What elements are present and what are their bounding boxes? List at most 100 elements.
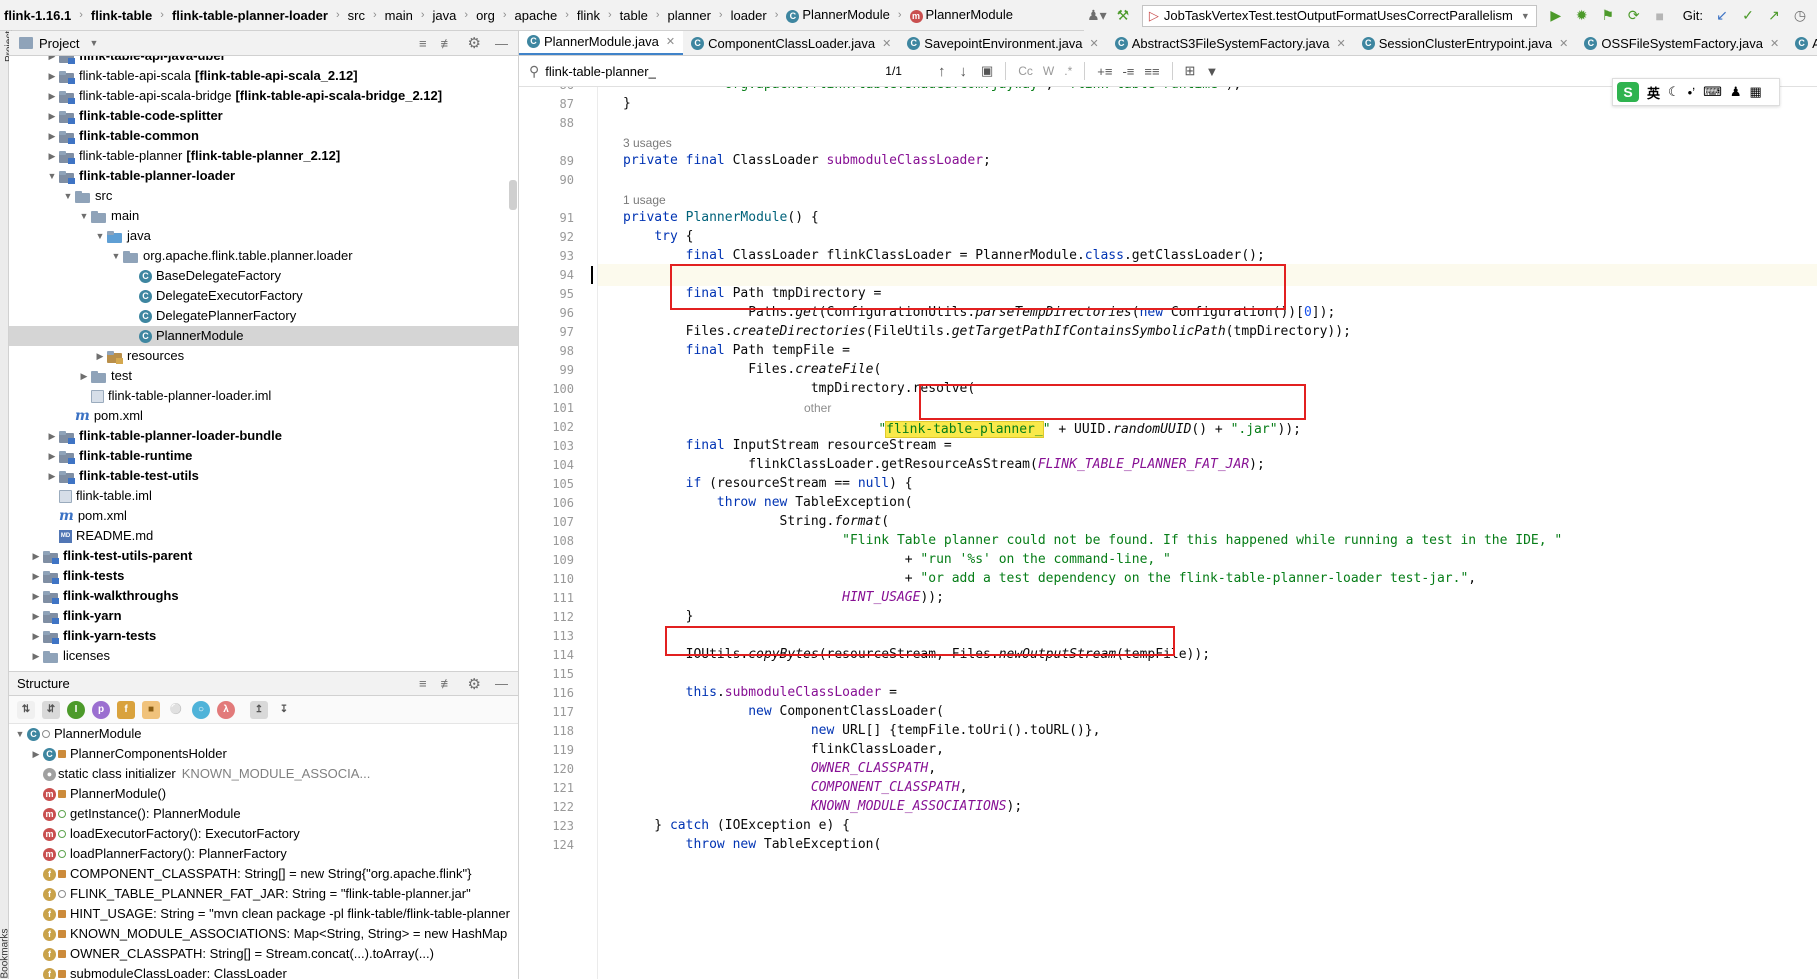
- chevron-right-icon[interactable]: ▶: [45, 446, 59, 466]
- tree-item[interactable]: flink-table.iml: [9, 486, 518, 506]
- breadcrumb-item[interactable]: loader: [729, 8, 769, 23]
- chevron-right-icon[interactable]: ▶: [93, 346, 107, 366]
- chevron-right-icon[interactable]: ▶: [45, 56, 59, 66]
- open-in-window-icon[interactable]: ⊞: [1185, 63, 1196, 79]
- tree-item[interactable]: C DelegatePlannerFactory: [9, 306, 518, 326]
- editor-tab[interactable]: CAkka: [1787, 31, 1817, 55]
- chevron-down-icon[interactable]: ▼: [93, 226, 107, 246]
- ime-language-label[interactable]: 英: [1647, 83, 1660, 102]
- tree-item[interactable]: C PlannerModule: [9, 326, 518, 346]
- close-icon[interactable]: ✕: [1090, 37, 1099, 50]
- breadcrumb-item[interactable]: main: [383, 8, 415, 23]
- structure-item[interactable]: ● static class initializer KNOWN_MODULE_AS…: [9, 764, 518, 784]
- structure-item[interactable]: m loadExecutorFactory(): ExecutorFactory: [9, 824, 518, 844]
- previous-match-icon[interactable]: ↑: [938, 63, 946, 80]
- structure-item[interactable]: ▶ C PlannerComponentsHolder: [9, 744, 518, 764]
- chevron-down-icon[interactable]: ▼: [77, 206, 91, 226]
- chevron-down-icon[interactable]: ▼: [13, 724, 27, 744]
- editor-tab[interactable]: C OSSFileSystemFactory.java ✕: [1576, 31, 1787, 55]
- collapse-all-icon[interactable]: ≢: [441, 676, 454, 691]
- show-anonymous-icon[interactable]: ○: [192, 700, 210, 719]
- structure-item[interactable]: ▼ C PlannerModule: [9, 724, 518, 744]
- tree-item[interactable]: ▶ flink-table-code-splitter: [9, 106, 518, 126]
- tree-item[interactable]: ▶ flink-table-api-scala [flink-table-api-s…: [9, 66, 518, 86]
- keyboard-icon[interactable]: ⌨: [1703, 84, 1722, 100]
- chevron-right-icon[interactable]: ▶: [29, 546, 43, 566]
- structure-item[interactable]: f OWNER_CLASSPATH: String[] = Stream.conc…: [9, 944, 518, 964]
- close-icon[interactable]: ✕: [1336, 37, 1345, 50]
- tree-item[interactable]: ▶ flink-table-api-scala-bridge [flink-tabl…: [9, 86, 518, 106]
- next-match-icon[interactable]: ↓: [959, 63, 967, 80]
- chevron-right-icon[interactable]: ▶: [45, 146, 59, 166]
- breadcrumb-item[interactable]: org: [474, 8, 497, 23]
- breadcrumb-item[interactable]: flink: [575, 8, 602, 23]
- structure-item[interactable]: m loadPlannerFactory(): PlannerFactory: [9, 844, 518, 864]
- chevron-right-icon[interactable]: ▶: [77, 366, 91, 386]
- hide-panel-icon[interactable]: —: [495, 36, 508, 51]
- tree-item[interactable]: MD README.md: [9, 526, 518, 546]
- moon-icon[interactable]: ☾: [1668, 84, 1680, 100]
- chevron-right-icon[interactable]: ▶: [29, 566, 43, 586]
- breadcrumb-item[interactable]: flink-table: [89, 8, 154, 23]
- filter-results-icon[interactable]: ≡≡: [1144, 64, 1159, 79]
- git-history-icon[interactable]: ◷: [1789, 5, 1811, 27]
- chevron-right-icon[interactable]: ▶: [45, 466, 59, 486]
- show-lambdas-icon[interactable]: ⚪: [167, 701, 185, 719]
- tree-item[interactable]: ▶ flink-walkthroughs: [9, 586, 518, 606]
- tree-item[interactable]: ▼ main: [9, 206, 518, 226]
- profile-icon[interactable]: ⟳: [1623, 5, 1645, 27]
- tree-item[interactable]: ▶ flink-tests: [9, 566, 518, 586]
- editor-tab[interactable]: C SessionClusterEntrypoint.java ✕: [1354, 31, 1577, 55]
- hide-panel-icon[interactable]: —: [495, 676, 508, 691]
- match-case-toggle[interactable]: Cc: [1018, 64, 1033, 78]
- whole-word-toggle[interactable]: W: [1043, 64, 1054, 78]
- regex-toggle[interactable]: .*: [1064, 64, 1072, 78]
- tree-scrollbar[interactable]: [509, 180, 517, 210]
- tree-item[interactable]: ▼ java: [9, 226, 518, 246]
- coverage-icon[interactable]: ⚑: [1597, 5, 1619, 27]
- tree-item[interactable]: flink-table-planner-loader.iml: [9, 386, 518, 406]
- git-commit-icon[interactable]: ✓: [1737, 5, 1759, 27]
- tree-item[interactable]: C BaseDelegateFactory: [9, 266, 518, 286]
- chevron-down-icon[interactable]: ▼: [89, 38, 98, 48]
- chevron-right-icon[interactable]: ▶: [45, 126, 59, 146]
- breadcrumb-item[interactable]: apache: [513, 8, 560, 23]
- breadcrumb-item[interactable]: table: [618, 8, 650, 23]
- breadcrumb-item[interactable]: src: [346, 8, 367, 23]
- chevron-down-icon[interactable]: ▼: [61, 186, 75, 206]
- chevron-right-icon[interactable]: ▶: [29, 606, 43, 626]
- tree-item[interactable]: ▶ flink-table-common: [9, 126, 518, 146]
- chevron-right-icon[interactable]: ▶: [29, 646, 43, 666]
- editor-tab[interactable]: C ComponentClassLoader.java ✕: [683, 31, 899, 55]
- show-inherited-icon[interactable]: I: [67, 700, 85, 719]
- tree-item[interactable]: ▶ flink-table-runtime: [9, 446, 518, 466]
- run-icon[interactable]: ▶: [1545, 5, 1567, 27]
- close-icon[interactable]: ✕: [666, 35, 675, 48]
- sort-visibility-icon[interactable]: ⇅: [17, 700, 35, 719]
- expand-all-icon[interactable]: ≡: [419, 36, 427, 51]
- breadcrumb-item[interactable]: m PlannerModule: [908, 7, 1015, 23]
- editor-tab[interactable]: C SavepointEnvironment.java ✕: [899, 31, 1106, 55]
- sort-alpha-icon[interactable]: ⇵: [42, 700, 60, 719]
- tree-item[interactable]: ▼ flink-table-planner-loader: [9, 166, 518, 186]
- breadcrumb-item[interactable]: planner: [666, 8, 713, 23]
- tree-item[interactable]: ▶ test: [9, 366, 518, 386]
- gear-icon[interactable]: ⚙: [468, 34, 481, 52]
- tree-item[interactable]: ▶ flink-table-api-java-uber: [9, 56, 518, 66]
- show-properties-icon[interactable]: p: [92, 700, 110, 719]
- user-icon[interactable]: ♟: [1730, 84, 1742, 100]
- input-method-bar[interactable]: S 英 ☾ •ʼ ⌨ ♟ ▦: [1612, 78, 1780, 106]
- remove-occurrence-icon[interactable]: -≡: [1122, 64, 1134, 79]
- show-non-public-icon[interactable]: ■: [142, 700, 160, 719]
- tree-item[interactable]: m pom.xml: [9, 406, 518, 426]
- tree-item[interactable]: C DelegateExecutorFactory: [9, 286, 518, 306]
- chevron-right-icon[interactable]: ▶: [29, 626, 43, 646]
- breadcrumb-item[interactable]: java: [431, 8, 459, 23]
- filter-icon[interactable]: ▼: [1205, 64, 1218, 79]
- tree-item[interactable]: ▶ flink-table-test-utils: [9, 466, 518, 486]
- git-update-icon[interactable]: ↙: [1711, 5, 1733, 27]
- structure-item[interactable]: f COMPONENT_CLASSPATH: String[] = new Str…: [9, 864, 518, 884]
- tree-item[interactable]: ▶ flink-yarn-tests: [9, 626, 518, 646]
- chevron-right-icon[interactable]: ▶: [45, 106, 59, 126]
- structure-item[interactable]: f FLINK_TABLE_PLANNER_FAT_JAR: String = "…: [9, 884, 518, 904]
